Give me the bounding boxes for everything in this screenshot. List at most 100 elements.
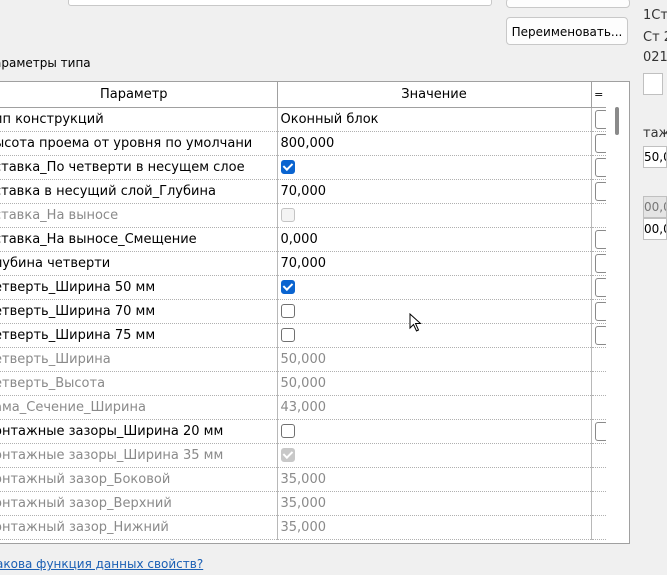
bg-cell: 00,0 <box>643 196 667 218</box>
parameter-value: 35,000 <box>277 515 592 540</box>
parameter-value: 35,000 <box>277 467 592 492</box>
parameter-name: ставка_По четверти в несущем слое <box>0 155 278 180</box>
parameter-name: ставка в несущий слой_Глубина <box>0 179 278 204</box>
table-row[interactable]: ставка_По четверти в несущем слое <box>0 155 606 180</box>
formula-button[interactable] <box>594 230 606 249</box>
parameter-value: 50,000 <box>277 347 592 372</box>
column-header-parameter[interactable]: Параметр <box>0 82 278 108</box>
table-header-row: Параметр Значение = <box>0 82 606 108</box>
table-row[interactable]: етверть_Ширина 70 мм <box>0 299 606 324</box>
table-row[interactable]: онтажный зазор_Верхний 35,000 <box>0 491 606 516</box>
parameter-value[interactable] <box>277 323 592 348</box>
formula-cell <box>591 107 606 132</box>
bg-cell: 00,0 <box>643 218 667 240</box>
help-link[interactable]: акова функция данных свойств? <box>0 557 203 571</box>
formula-cell <box>591 131 606 156</box>
formula-cell <box>591 203 606 228</box>
parameter-value <box>277 443 592 468</box>
formula-button[interactable] <box>594 302 606 321</box>
table-row[interactable]: етверть_Ширина 50,000 <box>0 347 606 372</box>
parameters-table: Параметр Значение = ип конструкций Оконны… <box>0 82 606 540</box>
parameter-value <box>277 203 592 228</box>
table-row[interactable]: онтажные зазоры_Ширина 35 мм <box>0 443 606 468</box>
parameter-name: ама_Сечение_Ширина <box>0 395 278 420</box>
table-row[interactable]: ставка_На выносе <box>0 203 606 228</box>
table-row[interactable]: лубина четверти 70,000 <box>0 251 606 276</box>
formula-button[interactable] <box>594 422 606 441</box>
checkbox-icon[interactable] <box>280 423 295 438</box>
parameter-value: 43,000 <box>277 395 592 420</box>
parameter-value[interactable] <box>277 155 592 180</box>
background-window: 1Ст Ст 2 0213 тажн 50,0 00,0 00,0 <box>643 0 667 575</box>
table-row[interactable]: ставка в несущий слой_Глубина 70,000 <box>0 179 606 204</box>
scrollbar-thumb[interactable] <box>615 107 619 135</box>
formula-button[interactable] <box>594 326 606 345</box>
formula-cell <box>591 227 606 252</box>
checkbox-icon <box>280 207 295 222</box>
table-row[interactable]: онтажный зазор_Нижний 35,000 <box>0 515 606 540</box>
formula-button[interactable] <box>594 278 606 297</box>
parameter-value[interactable] <box>277 419 592 444</box>
parameter-name: ип конструкций <box>0 107 278 132</box>
type-parameters-label: араметры типа <box>0 56 91 70</box>
checkbox-icon <box>280 447 295 462</box>
parameter-value[interactable] <box>277 275 592 300</box>
rename-button[interactable]: Переименовать... <box>506 17 628 45</box>
formula-cell <box>591 155 606 180</box>
formula-cell <box>591 443 606 468</box>
bg-text: 0213 <box>643 50 667 65</box>
checkbox-icon[interactable] <box>280 279 295 294</box>
parameter-name: етверть_Ширина <box>0 347 278 372</box>
duplicate-button[interactable] <box>506 0 630 8</box>
formula-cell <box>591 515 606 540</box>
bg-toolbar-button <box>643 73 663 95</box>
table-row[interactable]: етверть_Высота 50,000 <box>0 371 606 396</box>
formula-cell <box>591 347 606 372</box>
table-body: ип конструкций Оконный блок ысота проема о… <box>0 107 606 540</box>
table-row[interactable]: онтажные зазоры_Ширина 20 мм <box>0 419 606 444</box>
table-row[interactable]: ип конструкций Оконный блок <box>0 107 606 132</box>
vertical-scrollbar[interactable] <box>614 110 628 543</box>
formula-button[interactable] <box>594 158 606 177</box>
table-row[interactable]: ама_Сечение_Ширина 43,000 <box>0 395 606 420</box>
checkbox-icon[interactable] <box>280 303 295 318</box>
bg-cell: 50,0 <box>643 146 667 168</box>
formula-cell <box>591 299 606 324</box>
table-row[interactable]: ысота проема от уровня по умолчани 800,00… <box>0 131 606 156</box>
column-header-formula[interactable]: = <box>591 82 606 108</box>
parameter-name: онтажный зазор_Верхний <box>0 491 278 516</box>
formula-cell <box>591 395 606 420</box>
parameter-value[interactable]: 70,000 <box>277 179 592 204</box>
checkbox-icon[interactable] <box>280 159 295 174</box>
formula-cell <box>591 275 606 300</box>
formula-cell <box>591 467 606 492</box>
table-row[interactable]: етверть_Ширина 50 мм <box>0 275 606 300</box>
formula-button[interactable] <box>594 110 606 129</box>
formula-cell <box>591 491 606 516</box>
parameter-value[interactable] <box>277 299 592 324</box>
parameter-value[interactable]: Оконный блок <box>277 107 592 132</box>
formula-button[interactable] <box>594 182 606 201</box>
formula-button[interactable] <box>594 134 606 153</box>
table-row[interactable]: онтажный зазор_Боковой 35,000 <box>0 467 606 492</box>
type-name-field[interactable] <box>68 0 492 6</box>
parameter-value[interactable]: 70,000 <box>277 251 592 276</box>
column-header-value[interactable]: Значение <box>277 82 592 108</box>
parameter-name: етверть_Ширина 75 мм <box>0 323 278 348</box>
parameter-name: онтажный зазор_Нижний <box>0 515 278 540</box>
parameter-name: онтажные зазоры_Ширина 35 мм <box>0 443 278 468</box>
parameter-name: етверть_Ширина 50 мм <box>0 275 278 300</box>
table-row[interactable]: етверть_Ширина 75 мм <box>0 323 606 348</box>
parameter-value[interactable]: 800,000 <box>277 131 592 156</box>
parameter-name: ысота проема от уровня по умолчани <box>0 131 278 156</box>
parameter-name: ставка_На выносе_Смещение <box>0 227 278 252</box>
parameter-name: онтажный зазор_Боковой <box>0 467 278 492</box>
parameter-value[interactable]: 0,000 <box>277 227 592 252</box>
formula-button[interactable] <box>594 254 606 273</box>
mouse-pointer-icon <box>409 312 423 337</box>
parameter-name: лубина четверти <box>0 251 278 276</box>
table-row[interactable]: ставка_На выносе_Смещение 0,000 <box>0 227 606 252</box>
formula-cell <box>591 179 606 204</box>
checkbox-icon[interactable] <box>280 327 295 342</box>
formula-cell <box>591 371 606 396</box>
